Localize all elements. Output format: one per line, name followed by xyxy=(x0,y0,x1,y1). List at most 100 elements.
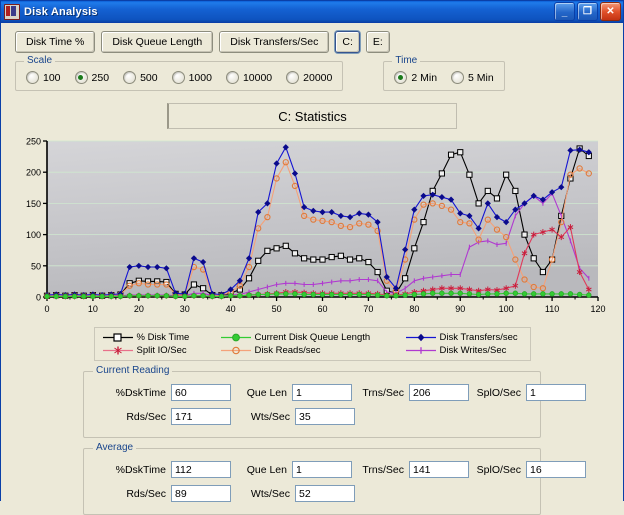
title-bar: Disk Analysis _ ❐ ✕ xyxy=(1,1,623,23)
average-row-1: %DskTime Que Len Trns/Sec SplO/Sec xyxy=(94,461,586,478)
average-wtssec-field: Wts/Sec xyxy=(234,485,376,502)
svg-text:50: 50 xyxy=(31,261,41,271)
average-row-2: Rds/Sec Wts/Sec xyxy=(94,485,530,502)
maximize-button[interactable]: ❐ xyxy=(577,2,598,21)
scale-radio-1000[interactable]: 1000 xyxy=(171,71,212,84)
legend-symbol-disk-reads-icon xyxy=(220,346,251,355)
average-rdssec-field: Rds/Sec xyxy=(94,485,234,502)
legend-item-split-io: Split IO/Sec xyxy=(102,345,221,356)
scale-radio-100[interactable]: 100 xyxy=(26,71,61,84)
svg-text:100: 100 xyxy=(499,304,514,314)
svg-text:200: 200 xyxy=(26,168,41,178)
average-panel: Average %DskTime Que Len Trns/Sec SplO/S… xyxy=(83,442,586,515)
legend-symbol-queue-length-icon xyxy=(220,333,251,342)
app-book-icon xyxy=(4,3,20,20)
current-quelen-field: Que Len xyxy=(231,384,352,401)
current-wtssec-input[interactable] xyxy=(295,408,355,425)
chart-legend-row-2: Split IO/Sec Disk Reads/sec Disk Writes/… xyxy=(102,344,524,357)
current-reading-row-2: Rds/Sec Wts/Sec xyxy=(94,408,530,425)
current-splio-field: SplO/Sec xyxy=(469,384,586,401)
radio-dot-icon xyxy=(225,71,239,84)
current-wtssec-field: Wts/Sec xyxy=(234,408,376,425)
time-radio-5min-label: 5 Min xyxy=(468,71,494,84)
chart-legend: % Disk Time Current Disk Queue Length Di… xyxy=(93,327,531,361)
window-title: Disk Analysis xyxy=(24,5,98,18)
scale-radio-1000-label: 1000 xyxy=(188,71,212,84)
legend-label-disk-writes: Disk Writes/Sec xyxy=(439,345,507,356)
legend-label-queue-length: Current Disk Queue Length xyxy=(254,332,371,343)
scale-radio-20000[interactable]: 20000 xyxy=(286,71,332,84)
svg-text:150: 150 xyxy=(26,199,41,209)
radio-dot-icon xyxy=(286,71,300,84)
disk-statistics-chart: 0 50 100 150 200 250 0 10 20 30 40 50 60 70 80 90 100 110… xyxy=(14,135,610,325)
scale-radio-500-label: 500 xyxy=(140,71,158,84)
options-row: Scale 100 250 500 1000 10000 20000 Time … xyxy=(1,53,623,91)
scale-radio-row: 100 250 500 1000 10000 20000 xyxy=(26,71,332,84)
window-client-area: Disk Time % Disk Queue Length Disk Trans… xyxy=(1,23,623,515)
current-reading-label: Current Reading xyxy=(93,365,173,376)
close-button[interactable]: ✕ xyxy=(600,2,621,21)
average-label: Average xyxy=(93,442,137,453)
current-dsktime-label: %DskTime xyxy=(115,386,166,399)
svg-text:60: 60 xyxy=(317,304,327,314)
disk-time-percent-button[interactable]: Disk Time % xyxy=(15,31,96,53)
maximize-icon: ❐ xyxy=(583,5,592,17)
average-rdssec-label: Rds/Sec xyxy=(126,487,166,500)
toolbar: Disk Time % Disk Queue Length Disk Trans… xyxy=(1,23,623,53)
current-dsktime-field: %DskTime xyxy=(94,384,231,401)
radio-dot-selected-icon xyxy=(74,71,88,84)
legend-label-split-io: Split IO/Sec xyxy=(136,345,187,356)
time-radio-2min-label: 2 Min xyxy=(411,71,438,84)
current-quelen-input[interactable] xyxy=(292,384,352,401)
drive-c-button[interactable]: C: xyxy=(335,31,360,53)
legend-symbol-disk-transfers-icon xyxy=(405,333,436,342)
current-splio-input[interactable] xyxy=(526,384,586,401)
legend-item-queue-length: Current Disk Queue Length xyxy=(220,332,406,343)
scale-radio-250[interactable]: 250 xyxy=(74,71,109,84)
disk-queue-length-button[interactable]: Disk Queue Length xyxy=(101,31,214,53)
scale-radio-10000-label: 10000 xyxy=(242,71,273,84)
svg-text:100: 100 xyxy=(26,230,41,240)
legend-symbol-disk-writes-icon xyxy=(405,347,436,354)
disk-analysis-window: Disk Analysis _ ❐ ✕ Disk Time % Disk Que… xyxy=(0,0,624,515)
average-dsktime-input[interactable] xyxy=(171,461,231,478)
current-trnssec-label: Trns/Sec xyxy=(362,386,404,399)
legend-item-disk-reads: Disk Reads/sec xyxy=(220,345,406,356)
minimize-button[interactable]: _ xyxy=(554,2,575,21)
svg-text:40: 40 xyxy=(226,304,236,314)
time-group-label: Time xyxy=(392,55,421,66)
disk-transfers-sec-button[interactable]: Disk Transfers/Sec xyxy=(219,31,330,53)
svg-text:80: 80 xyxy=(409,304,419,314)
legend-item-disk-writes: Disk Writes/Sec xyxy=(405,345,507,356)
svg-text:30: 30 xyxy=(180,304,190,314)
legend-item-disk-transfers: Disk Transfers/sec xyxy=(405,332,518,343)
svg-text:20: 20 xyxy=(134,304,144,314)
current-trnssec-input[interactable] xyxy=(409,384,469,401)
scale-radio-10000[interactable]: 10000 xyxy=(225,71,273,84)
time-radio-2min[interactable]: 2 Min xyxy=(394,71,437,84)
svg-text:250: 250 xyxy=(26,137,41,147)
average-quelen-field: Que Len xyxy=(231,461,352,478)
svg-text:110: 110 xyxy=(545,304,559,314)
average-quelen-input[interactable] xyxy=(292,461,352,478)
scale-radio-20000-label: 20000 xyxy=(303,71,333,84)
time-radio-5min[interactable]: 5 Min xyxy=(451,71,494,84)
time-group: Time 2 Min 5 Min xyxy=(383,55,505,91)
window-controls: _ ❐ ✕ xyxy=(554,2,621,21)
drive-e-button[interactable]: E: xyxy=(365,31,390,53)
current-dsktime-input[interactable] xyxy=(171,384,231,401)
svg-text:10: 10 xyxy=(88,304,98,314)
average-wtssec-input[interactable] xyxy=(295,485,355,502)
legend-item-disk-time: % Disk Time xyxy=(102,332,221,343)
radio-dot-icon xyxy=(123,71,137,84)
current-rdssec-input[interactable] xyxy=(171,408,231,425)
average-rdssec-input[interactable] xyxy=(171,485,231,502)
chart-title-bar: C: Statistics xyxy=(167,103,457,129)
average-trnssec-input[interactable] xyxy=(409,461,469,478)
average-splio-input[interactable] xyxy=(526,461,586,478)
scale-radio-500[interactable]: 500 xyxy=(123,71,158,84)
time-radio-row: 2 Min 5 Min xyxy=(394,71,494,84)
scale-radio-100-label: 100 xyxy=(43,71,61,84)
current-splio-label: SplO/Sec xyxy=(476,386,521,399)
scale-group: Scale 100 250 500 1000 10000 20000 xyxy=(15,55,344,91)
